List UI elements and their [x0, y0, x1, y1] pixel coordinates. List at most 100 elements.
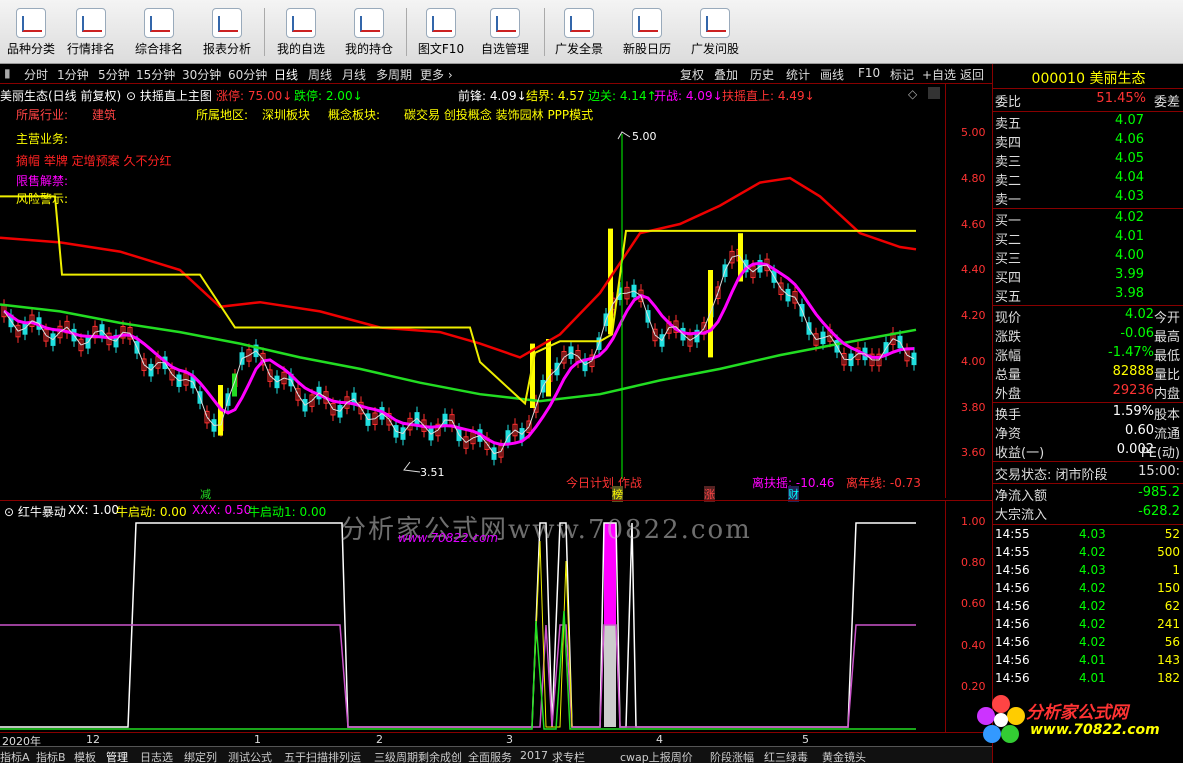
period-minute-tick[interactable]: 分时 [24, 66, 48, 83]
stock-name: 美丽生态 [1089, 71, 1146, 87]
tick-row: 14:56 4.02 150 [995, 581, 1180, 599]
period-60min[interactable]: 60分钟 [228, 66, 267, 83]
logo-text: 分析家公式网 [1026, 703, 1128, 723]
order-ratio-row: 委比 51.45% 委差 [995, 91, 1180, 110]
block-inflow-row: 大宗流入 -628.2 [995, 504, 1180, 523]
stat-row-right: 今开 [1153, 311, 1180, 326]
dist-year: 离年线: -0.73 [846, 476, 921, 490]
bottom-tab[interactable]: 绑定列 [184, 749, 217, 763]
adjust-button[interactable]: 复权 [680, 66, 704, 83]
tick-volume: 143 [1157, 653, 1180, 667]
sub-indicator-panel[interactable]: ⊙ 红牛暴动 XX: 1.00 牛启动: 0.00 XXX: 0.50 牛启动1… [0, 500, 945, 732]
industry-label: 所属行业: [16, 108, 69, 122]
bottom-tab[interactable]: 管理 [106, 749, 128, 763]
bid-row-value: 4.01 [1115, 229, 1144, 244]
holdings-button[interactable]: 我的持仓 [336, 4, 402, 60]
ask-row: 卖四 4.06 [995, 132, 1180, 151]
bottom-tab[interactable]: 三级周期 [374, 749, 418, 763]
restricted-label: 限售解禁: [16, 174, 69, 188]
market-rank-button[interactable]: 行情排名 [58, 4, 124, 60]
period-more[interactable]: 更多 › [420, 66, 453, 83]
period-30min[interactable]: 30分钟 [182, 66, 221, 83]
overlay-button[interactable]: 叠加 [714, 66, 738, 83]
period-5min[interactable]: 5分钟 [98, 66, 130, 83]
bottom-tab[interactable]: 黄金镜头 [822, 749, 866, 763]
stat2-row-right: 股本 [1153, 408, 1180, 423]
bottom-tab[interactable]: 求专栏 [552, 749, 585, 763]
bottom-tab[interactable]: 五于扫描排列运 [284, 749, 361, 763]
search-icon [490, 8, 520, 38]
stat-row-right: 内盘 [1153, 387, 1180, 402]
period-weekly[interactable]: 周线 [308, 66, 332, 83]
stat-row: 外盘 29236 内盘 [995, 383, 1180, 402]
back-button[interactable]: 返回 [960, 66, 984, 83]
ipo-calendar-button[interactable]: 新股日历 [614, 4, 680, 60]
bottom-tab[interactable]: 阶段涨幅 [710, 749, 754, 763]
bottom-tab[interactable]: 红三绿毒 [764, 749, 808, 763]
bottom-tab[interactable]: cwap上报周价 [620, 749, 693, 763]
bid-row: 买二 4.01 [995, 229, 1180, 248]
sub-indicator-name[interactable]: ⊙ 红牛暴动 [4, 503, 66, 520]
bid-row-value: 3.98 [1115, 286, 1144, 301]
watchlist-manage-button[interactable]: 自选管理 [472, 4, 538, 60]
watchlist-button[interactable]: 我的自选 [268, 4, 334, 60]
wallet-icon [354, 8, 384, 38]
tick-volume: 182 [1157, 671, 1180, 685]
limit-up: 涨停: 75.00↓ [216, 89, 293, 103]
start-value: 牛启动: 0.00 [116, 505, 187, 519]
f10-link[interactable]: F10 [858, 66, 880, 80]
ask-row-value: 4.06 [1115, 132, 1144, 147]
period-daily[interactable]: 日线 [274, 66, 298, 83]
stats-button[interactable]: 统计 [786, 66, 810, 83]
main-chart-panel[interactable]: 美丽生态(日线 前复权) ⊙ 扶摇直上主图 涨停: 75.00↓ 跌停: 2.0… [0, 84, 945, 502]
stat-row-label: 涨幅 [995, 349, 1022, 364]
tick-time: 14:56 [995, 581, 1030, 595]
stat-row-value: 29236 [1112, 383, 1154, 398]
date-tick: 4 [656, 733, 663, 746]
stat-row-right: 量比 [1153, 368, 1180, 383]
left-arrow-icon[interactable]: ▮ [4, 66, 11, 80]
add-watch-button[interactable]: +自选 [922, 66, 956, 83]
bottom-tab[interactable]: 日志选 [140, 749, 173, 763]
tick-price: 4.02 [1079, 545, 1106, 559]
stat2-row-right: 流通 [1153, 427, 1180, 442]
bottom-tab[interactable]: 测试公式 [228, 749, 272, 763]
mark-button[interactable]: 标记 [890, 66, 914, 83]
period-15min[interactable]: 15分钟 [136, 66, 175, 83]
bottom-tab[interactable]: 2017 [520, 749, 548, 762]
panorama-button[interactable]: 广发全景 [546, 4, 612, 60]
price-tick: 4.20 [961, 309, 986, 322]
draw-button[interactable]: 画线 [820, 66, 844, 83]
tick-time: 14:55 [995, 527, 1030, 541]
date-tick: 2 [376, 733, 383, 746]
f10-button[interactable]: 图文F10 [408, 4, 474, 60]
report-button[interactable]: 报表分析 [194, 4, 260, 60]
bottom-tab[interactable]: 指标A [0, 749, 30, 763]
diamond-icon[interactable]: ◇ [908, 87, 917, 101]
front-value: 前锋: 4.09↓ [458, 89, 527, 103]
scroll-icon[interactable] [928, 87, 940, 99]
history-button[interactable]: 历史 [750, 66, 774, 83]
tick-price: 4.01 [1079, 653, 1106, 667]
toolbar-divider [406, 8, 407, 56]
overall-rank-button[interactable]: 综合排名 [126, 4, 192, 60]
date-axis: 2020年 12 1 2 3 4 5 [0, 732, 992, 748]
indicator-dropdown[interactable]: ⊙ 扶摇直上主图 [126, 87, 212, 104]
period-1min[interactable]: 1分钟 [57, 66, 89, 83]
bottom-tab[interactable]: 剩余成创 [418, 749, 462, 763]
bottom-tab[interactable]: 全面服务 [468, 749, 512, 763]
stat2-row-label: 收益(一) [995, 446, 1045, 461]
period-multi[interactable]: 多周期 [376, 66, 412, 83]
stat-row: 涨幅 -1.47% 最低 [995, 345, 1180, 364]
main-chart-svg [0, 131, 917, 479]
bid-row-value: 3.99 [1115, 267, 1144, 282]
tick-row: 14:56 4.02 62 [995, 599, 1180, 617]
concept-value: 碳交易 创投概念 装饰园林 PPP模式 [404, 108, 594, 122]
stat-row-label: 涨跌 [995, 330, 1022, 345]
bottom-tab[interactable]: 模板 [74, 749, 96, 763]
category-button[interactable]: 品种分类 [0, 4, 64, 60]
bottom-tab[interactable]: 指标B [36, 749, 66, 763]
period-monthly[interactable]: 月线 [342, 66, 366, 83]
divider [993, 402, 1183, 403]
ask-button[interactable]: 广发问股 [682, 4, 748, 60]
